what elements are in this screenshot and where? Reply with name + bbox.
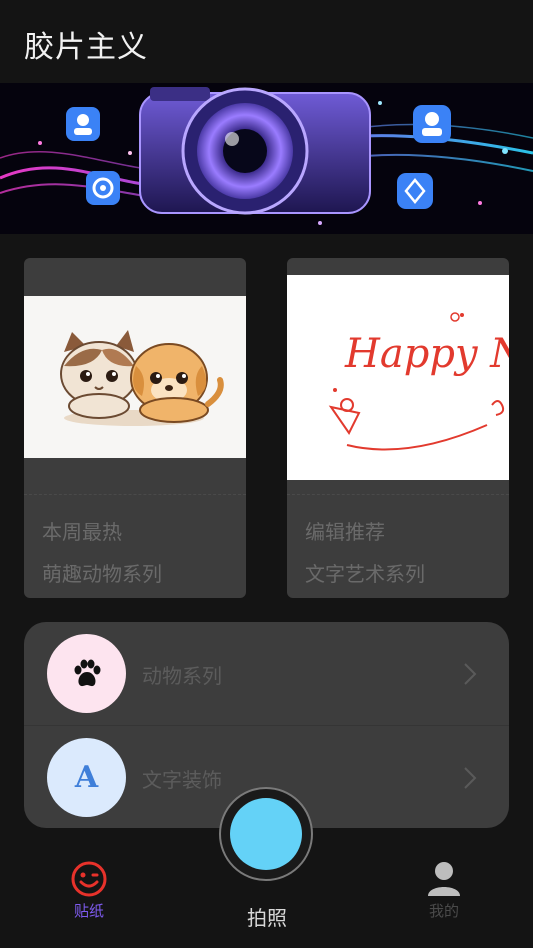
list-item-animals[interactable]: 动物系列 — [24, 622, 509, 725]
paw-icon — [47, 634, 126, 713]
card-divider — [24, 494, 246, 495]
banner-illustration — [0, 87, 533, 225]
chevron-right-icon — [464, 767, 477, 789]
happy-new-year-lettering: Happy New Year — [328, 312, 509, 451]
lettering-text: Happy New Year — [344, 331, 509, 377]
shutter-button-core[interactable] — [230, 798, 302, 870]
banner-camera-image[interactable] — [0, 83, 533, 234]
card-tag: 编辑推荐 — [305, 520, 385, 544]
shutter-button[interactable] — [219, 787, 313, 881]
puppy-kitten-illustration — [60, 330, 224, 426]
card-image-animals — [24, 296, 246, 458]
tab-label: 我的 — [428, 902, 459, 920]
card-editor-pick[interactable]: Happy New Year 编辑推荐 文字艺术系列 — [287, 258, 509, 598]
chevron-right-icon — [464, 663, 477, 685]
card-subtitle: 文字艺术系列 — [305, 562, 425, 586]
tab-mine[interactable]: 我的 — [420, 860, 468, 921]
tab-label: 贴纸 — [73, 902, 104, 920]
smiley-icon — [71, 861, 107, 897]
card-divider — [287, 494, 509, 495]
letter-a-icon: A — [47, 738, 126, 817]
user-icon — [428, 862, 460, 896]
tab-stickers[interactable]: 贴纸 — [66, 860, 112, 921]
list-item-label: 动物系列 — [142, 664, 222, 688]
app-header: 胶片主义 — [0, 0, 533, 83]
shutter-label: 拍照 — [247, 906, 287, 930]
card-tag: 本周最热 — [42, 520, 122, 544]
app-title: 胶片主义 — [24, 30, 148, 65]
list-item-label: 文字装饰 — [142, 768, 222, 792]
card-weekly-hot[interactable]: 本周最热 萌趣动物系列 — [24, 258, 246, 598]
card-image-lettering: Happy New Year — [287, 275, 509, 480]
letter-a-glyph: A — [74, 760, 99, 795]
card-subtitle: 萌趣动物系列 — [42, 562, 162, 586]
